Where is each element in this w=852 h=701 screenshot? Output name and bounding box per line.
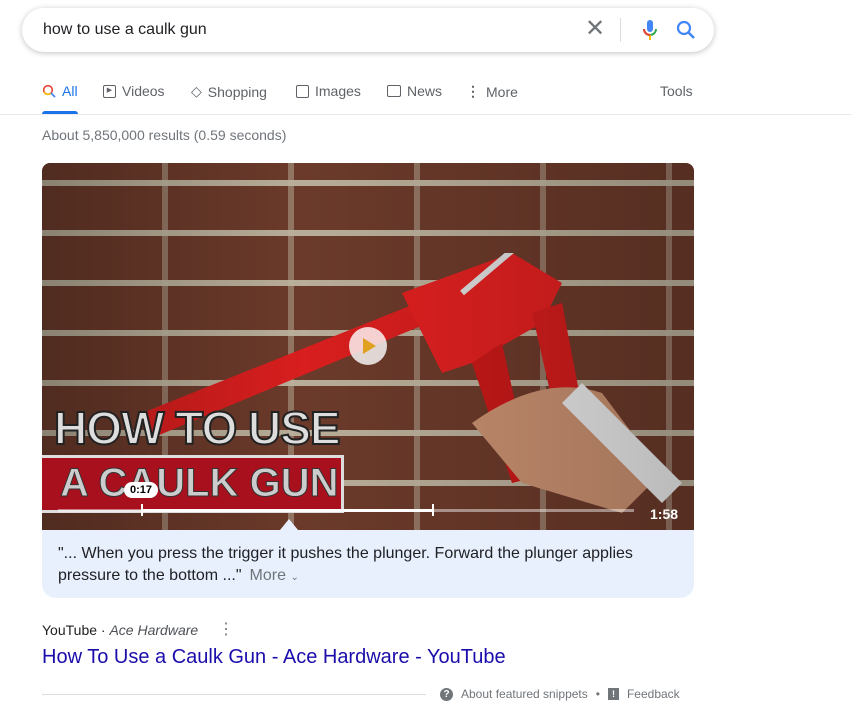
snippet-footer: ? About featured snippets • ! Feedback bbox=[440, 687, 680, 701]
news-icon bbox=[387, 85, 401, 97]
result-stats: About 5,850,000 results (0.59 seconds) bbox=[42, 127, 287, 143]
snippet-pointer bbox=[280, 519, 298, 530]
tab-label: Videos bbox=[122, 83, 165, 99]
tab-label: More bbox=[486, 83, 518, 100]
more-button[interactable]: More ⌄ bbox=[250, 567, 299, 584]
close-icon[interactable]: ✕ bbox=[585, 16, 605, 42]
source-author: Ace Hardware bbox=[109, 622, 199, 638]
play-icon: ▶ bbox=[103, 84, 116, 98]
feedback-link[interactable]: Feedback bbox=[627, 687, 680, 701]
search-icon bbox=[42, 84, 56, 98]
tools-label: Tools bbox=[660, 83, 693, 99]
video-key-moment-range bbox=[142, 509, 433, 512]
tab-all[interactable]: All bbox=[42, 83, 78, 99]
feedback-icon: ! bbox=[607, 688, 619, 700]
range-start-marker bbox=[141, 504, 143, 516]
chevron-down-icon: ⌄ bbox=[290, 572, 299, 583]
video-thumbnail[interactable]: HOW TO USE A CAULK GUN 0:17 1:58 bbox=[42, 163, 694, 530]
tab-label: Images bbox=[315, 83, 361, 99]
source-name: YouTube bbox=[42, 622, 98, 638]
tab-news[interactable]: News bbox=[387, 83, 442, 99]
result-title-link[interactable]: How To Use a Caulk Gun - Ace Hardware - … bbox=[42, 646, 506, 669]
snippet-text: "... When you press the trigger it pushe… bbox=[58, 545, 633, 584]
tab-label: All bbox=[62, 83, 78, 99]
about-snippets-link[interactable]: About featured snippets bbox=[461, 687, 588, 701]
more-label: More bbox=[249, 567, 286, 584]
timestamp-bubble: 0:17 bbox=[124, 482, 159, 498]
more-vert-icon: ⋮ bbox=[466, 83, 480, 99]
range-end-marker bbox=[432, 504, 434, 516]
image-icon bbox=[296, 84, 309, 98]
divider bbox=[42, 694, 426, 695]
thumbnail-title: HOW TO USE bbox=[53, 401, 342, 455]
tag-icon: ◇ bbox=[191, 83, 202, 99]
mic-icon[interactable] bbox=[638, 18, 662, 42]
separator-dot: • bbox=[595, 687, 600, 701]
search-input[interactable]: how to use a caulk gun bbox=[43, 21, 207, 39]
tab-label: News bbox=[407, 83, 443, 99]
tab-label: Shopping bbox=[207, 83, 267, 100]
video-duration: 1:58 bbox=[650, 506, 679, 522]
divider bbox=[0, 114, 852, 115]
play-button[interactable] bbox=[349, 327, 387, 365]
tab-more[interactable]: ⋮ More bbox=[466, 83, 518, 100]
search-icon[interactable] bbox=[674, 18, 698, 42]
search-box[interactable]: how to use a caulk gun ✕ bbox=[22, 8, 714, 52]
result-source: YouTube · Ace Hardware bbox=[42, 622, 199, 638]
tools-button[interactable]: Tools bbox=[660, 83, 693, 99]
tab-videos[interactable]: ▶ Videos bbox=[103, 83, 165, 99]
tab-images[interactable]: Images bbox=[296, 83, 361, 99]
thumbnail-subtitle: A CAULK GUN bbox=[60, 461, 339, 506]
featured-snippet: "... When you press the trigger it pushe… bbox=[42, 530, 694, 598]
more-options-icon[interactable]: ⋮ bbox=[218, 619, 234, 639]
divider bbox=[620, 18, 621, 42]
help-icon: ? bbox=[440, 687, 453, 701]
tab-shopping[interactable]: ◇ Shopping bbox=[191, 83, 267, 100]
